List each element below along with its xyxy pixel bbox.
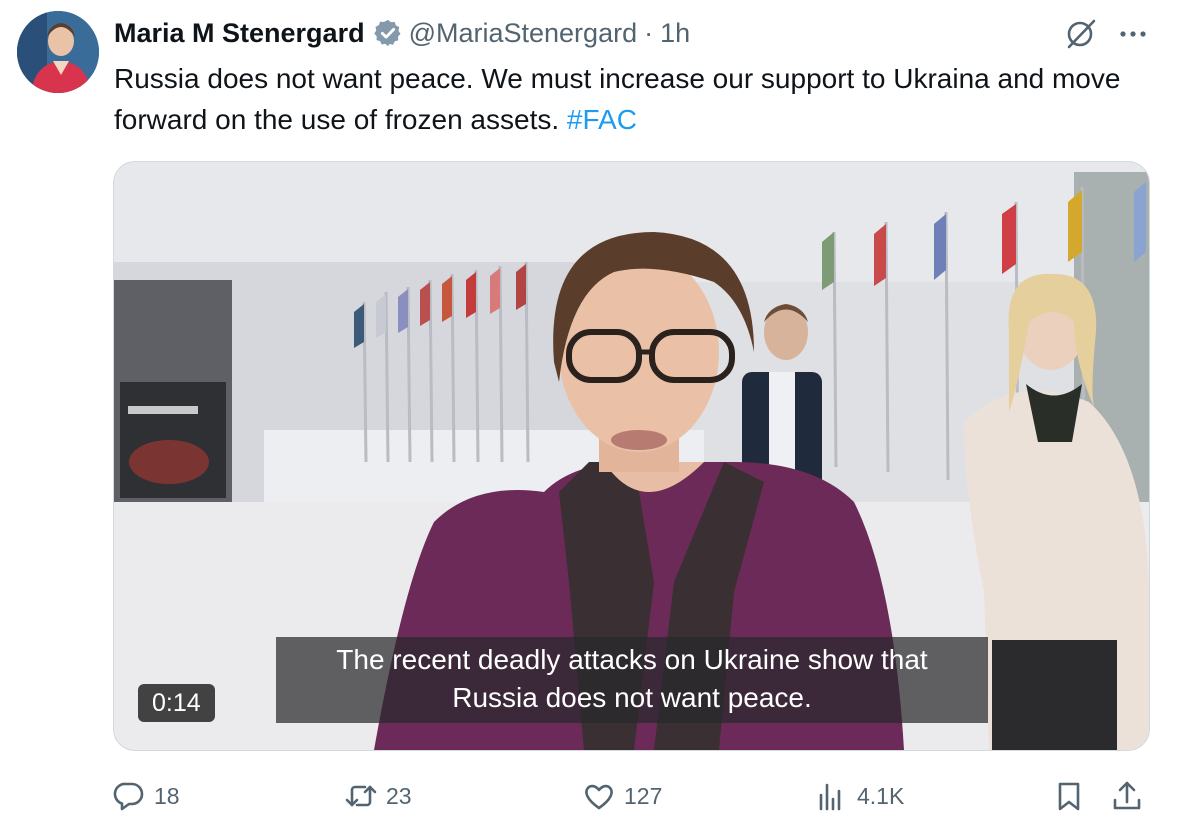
bookmark-icon — [1058, 782, 1080, 811]
video-subtitle: The recent deadly attacks on Ukraine sho… — [276, 637, 988, 723]
views-icon — [819, 783, 841, 811]
reply-icon — [113, 782, 144, 811]
like-button[interactable]: 127 — [582, 776, 662, 816]
repost-button[interactable]: 23 — [344, 776, 412, 816]
hashtag-link[interactable]: #FAC — [567, 104, 637, 135]
views-button[interactable]: 4.1K — [815, 776, 904, 816]
share-icon — [1113, 781, 1141, 810]
repost-count: 23 — [386, 782, 412, 809]
bookmark-button[interactable] — [1052, 776, 1086, 816]
verified-badge-icon — [373, 19, 401, 47]
share-button[interactable] — [1110, 776, 1144, 816]
separator-dot: · — [644, 17, 654, 48]
more-icon[interactable] — [1115, 16, 1151, 52]
like-count: 127 — [624, 782, 663, 809]
post-time[interactable]: 1h — [660, 18, 690, 49]
author-handle[interactable]: @MariaStenergard — [409, 18, 638, 49]
author-name[interactable]: Maria M Stenergard — [114, 18, 365, 49]
like-icon — [585, 784, 613, 810]
tweet-text: Russia does not want peace. We must incr… — [114, 58, 1154, 140]
subtitle-line-1: The recent deadly attacks on Ukraine sho… — [336, 644, 928, 675]
views-count: 4.1K — [857, 782, 905, 809]
header-actions — [1063, 14, 1151, 54]
repost-icon — [345, 785, 377, 807]
reply-button[interactable]: 18 — [112, 776, 180, 816]
avatar[interactable] — [17, 11, 99, 93]
action-bar: 18 23 127 4.1K — [112, 776, 1152, 816]
video-duration: 0:14 — [138, 684, 215, 722]
avatar-image — [17, 11, 99, 93]
reply-count: 18 — [154, 782, 180, 809]
tweet-header: Maria M Stenergard @MariaStenergard · 1h — [114, 14, 690, 52]
grok-icon[interactable] — [1063, 16, 1099, 52]
subtitle-line-2: Russia does not want peace. — [452, 682, 812, 713]
